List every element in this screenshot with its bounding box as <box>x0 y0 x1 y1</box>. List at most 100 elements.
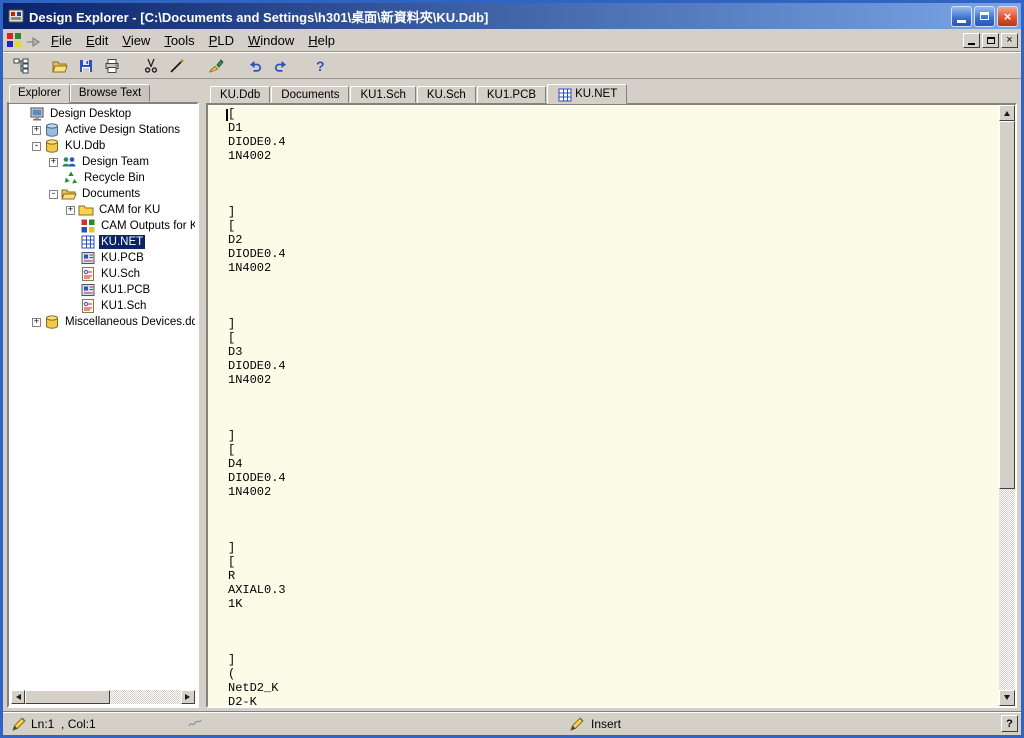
tree-horizontal-scrollbar[interactable] <box>11 690 195 704</box>
print-icon <box>104 58 120 74</box>
tree-item-label: Miscellaneous Devices.ddb <box>63 315 195 329</box>
project-tree: Design Desktop+Active Design Stations - KU… <box>11 106 195 690</box>
tree-item-label: Design Desktop <box>48 107 133 121</box>
close-button[interactable]: × <box>997 6 1018 27</box>
menu-edit[interactable]: Edit <box>79 31 115 50</box>
save-icon <box>78 58 94 74</box>
text-editor[interactable]: [ D1 DIODE0.4 1N4002 ] [ D2 DIODE0.4 1N4… <box>206 103 1017 708</box>
tree-item-ku1-pcb[interactable]: KU1.PCB <box>11 282 195 298</box>
open-document-button[interactable] <box>47 54 72 77</box>
menu-tools[interactable]: Tools <box>157 31 201 50</box>
doc-tab-label: KU1.PCB <box>487 89 536 101</box>
tree-item-ku-net[interactable]: KU.NET <box>11 234 195 250</box>
mdi-minimize-button[interactable] <box>963 33 980 48</box>
tree-item-design-team[interactable]: +Design Team <box>11 154 195 170</box>
tree-item-ku1-sch[interactable]: KU1.Sch <box>11 298 195 314</box>
print-button[interactable] <box>99 54 124 77</box>
tree-item-active-design-stations[interactable]: +Active Design Stations <box>11 122 195 138</box>
editor-vertical-scrollbar[interactable] <box>999 105 1015 706</box>
doc-tab-ku1-pcb[interactable]: KU1.PCB <box>477 86 546 103</box>
doc-tab-documents[interactable]: Documents <box>271 86 349 103</box>
restore-button[interactable] <box>974 6 995 27</box>
grip-icon <box>187 716 203 732</box>
tree-item-cam-outputs-for-ku[interactable]: CAM Outputs for KU <box>11 218 195 234</box>
vertical-scrollbar-track[interactable] <box>999 489 1015 690</box>
redo-button[interactable] <box>268 54 293 77</box>
document-tabs: KU.Ddb Documents KU1.Sch KU.Sch KU1.PCB KU.NE… <box>206 82 1017 103</box>
menu-window[interactable]: Window <box>241 31 301 50</box>
doc-tab-label: KU.Ddb <box>220 89 260 101</box>
minimize-button[interactable] <box>951 6 972 27</box>
database-icon <box>44 314 60 330</box>
draw-line-button[interactable] <box>164 54 189 77</box>
tree-item-ku-sch[interactable]: KU.Sch <box>11 266 195 282</box>
help-button[interactable]: ? <box>1001 715 1018 732</box>
tree-item-recycle-bin[interactable]: Recycle Bin <box>11 170 195 186</box>
tree-item-label: KU.PCB <box>99 251 146 265</box>
expand-icon[interactable]: + <box>32 318 41 327</box>
tree-item-miscellaneous-devices-ddb[interactable]: + Miscellaneous Devices.ddb <box>11 314 195 330</box>
mdi-controls: × <box>963 33 1018 48</box>
undo-button[interactable] <box>242 54 267 77</box>
arrow-icon <box>25 32 41 48</box>
doc-tab-ku-ddb[interactable]: KU.Ddb <box>210 86 270 103</box>
expand-icon[interactable]: + <box>32 126 41 135</box>
horizontal-scrollbar-thumb[interactable] <box>25 690 110 704</box>
help-button[interactable]: ? <box>307 54 332 77</box>
doc-tab-ku1-sch[interactable]: KU1.Sch <box>350 86 415 103</box>
menu-pld[interactable]: PLD <box>202 31 241 50</box>
horizontal-scrollbar-track[interactable] <box>110 690 181 704</box>
scroll-right-button[interactable] <box>181 690 195 704</box>
tree-item-label: KU.Ddb <box>63 139 107 153</box>
window-title: Design Explorer - [C:\Documents and Sett… <box>29 7 946 26</box>
editor-content[interactable]: [ D1 DIODE0.4 1N4002 ] [ D2 DIODE0.4 1N4… <box>208 105 1015 708</box>
tree-item-ku-pcb[interactable]: KU.PCB <box>11 250 195 266</box>
mdi-close-button[interactable]: × <box>1001 33 1018 48</box>
brush-icon <box>208 58 224 74</box>
doc-tab-ku-net[interactable]: KU.NET <box>547 84 627 104</box>
panel-tab-browse-text[interactable]: Browse Text <box>70 84 150 102</box>
document-icon <box>6 32 22 48</box>
doc-tab-label: KU.Sch <box>427 89 466 101</box>
doc-tab-ku-sch[interactable]: KU.Sch <box>417 86 476 103</box>
tree-item-design-desktop[interactable]: Design Desktop <box>11 106 195 122</box>
scroll-up-button[interactable] <box>999 105 1015 121</box>
menu-help[interactable]: Help <box>301 31 342 50</box>
doc-tab-label: Documents <box>281 89 339 101</box>
expand-icon[interactable]: + <box>49 158 58 167</box>
explorer-panels-button[interactable] <box>8 54 33 77</box>
tree-item-label: CAM for KU <box>97 203 162 217</box>
cut-button[interactable] <box>138 54 163 77</box>
vertical-scrollbar-thumb[interactable] <box>999 121 1015 489</box>
tree-item-documents[interactable]: - Documents <box>11 186 195 202</box>
tree-item-cam-for-ku[interactable]: + CAM for KU <box>11 202 195 218</box>
folder-open-icon <box>61 186 77 202</box>
app-icon <box>8 8 24 24</box>
redo-icon <box>273 58 289 74</box>
menu-file[interactable]: File <box>44 31 79 50</box>
undo-icon <box>247 58 263 74</box>
scroll-down-button[interactable] <box>999 690 1015 706</box>
stations-icon <box>44 122 60 138</box>
menu-items: FileEditViewToolsPLDWindowHelp <box>44 31 342 50</box>
cut-icon <box>143 58 159 74</box>
tree-item-label: Documents <box>80 187 142 201</box>
team-icon <box>61 154 77 170</box>
svg-text:?: ? <box>316 58 325 74</box>
tree-item-label: CAM Outputs for KU <box>99 219 195 233</box>
menu-view[interactable]: View <box>115 31 157 50</box>
help-icon: ? <box>312 58 328 74</box>
panel-tab-explorer[interactable]: Explorer <box>9 84 70 103</box>
save-button[interactable] <box>73 54 98 77</box>
collapse-icon[interactable]: - <box>49 190 58 199</box>
brush-button[interactable] <box>203 54 228 77</box>
scroll-left-button[interactable] <box>11 690 25 704</box>
document-panel: KU.Ddb Documents KU1.Sch KU.Sch KU1.PCB KU.NE… <box>206 82 1017 708</box>
menubar: FileEditViewToolsPLDWindowHelp × <box>3 29 1021 52</box>
panel-tabs: ExplorerBrowse Text <box>7 82 199 102</box>
tree-item-ku-ddb[interactable]: - KU.Ddb <box>11 138 195 154</box>
collapse-icon[interactable]: - <box>32 142 41 151</box>
expand-icon[interactable]: + <box>66 206 75 215</box>
mdi-restore-button[interactable] <box>982 33 999 48</box>
open-icon <box>52 58 68 74</box>
